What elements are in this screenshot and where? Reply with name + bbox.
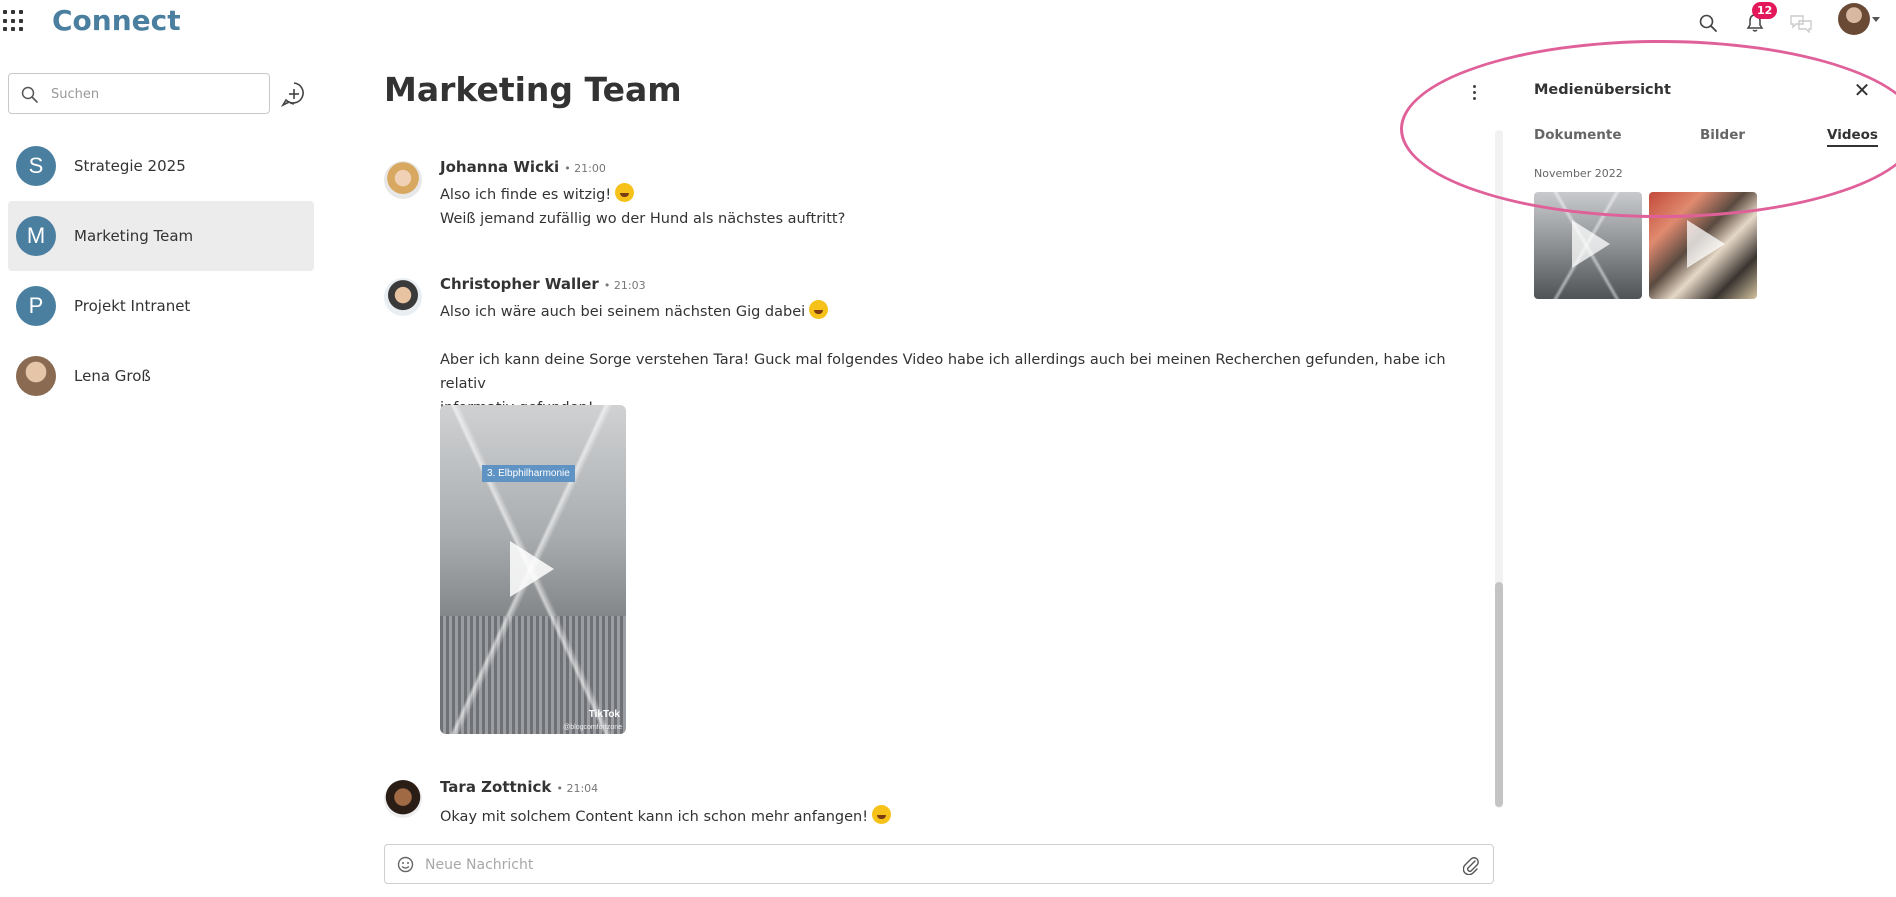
message-text: Also ich finde es witzig! Weiß jemand zu… <box>440 183 845 231</box>
app-title[interactable]: Connect <box>52 4 181 37</box>
paperclip-icon[interactable] <box>1463 855 1479 875</box>
search-input[interactable] <box>49 83 249 105</box>
tiktok-handle: @blogcomfortzone <box>563 724 622 731</box>
search-icon <box>21 86 38 103</box>
video-thumbnail[interactable] <box>1534 192 1642 299</box>
tab-dokumente[interactable]: Dokumente <box>1534 127 1622 143</box>
chat-item-projekt-intranet[interactable]: P Projekt Intranet <box>8 271 314 341</box>
chevron-down-icon[interactable] <box>1872 17 1880 22</box>
message-line: Also ich finde es witzig! <box>440 187 612 203</box>
chat-item-lena-gross[interactable]: Lena Groß <box>8 341 314 411</box>
message-composer[interactable] <box>384 844 1494 884</box>
play-icon <box>1687 220 1725 268</box>
user-avatar[interactable] <box>1838 3 1870 35</box>
message-header: Johanna Wicki • 21:00 <box>440 157 606 176</box>
tab-bilder[interactable]: Bilder <box>1700 127 1745 143</box>
message-text: Okay mit solchem Content kann ich schon … <box>440 805 892 825</box>
play-icon <box>1572 220 1610 268</box>
chat-label: Marketing Team <box>74 227 194 245</box>
chat-label: Projekt Intranet <box>74 297 191 315</box>
chat-label: Lena Groß <box>74 367 151 385</box>
message-line: Okay mit solchem Content kann ich schon … <box>440 809 869 825</box>
apps-grid-icon[interactable] <box>3 10 25 32</box>
tab-videos[interactable]: Videos <box>1827 127 1878 147</box>
message-line: Weiß jemand zufällig wo der Hund als näc… <box>440 211 846 227</box>
highlight-annotation <box>1400 40 1896 218</box>
tiktok-logo: TikTok <box>588 709 620 720</box>
chat-item-marketing-team[interactable]: M Marketing Team <box>8 201 314 271</box>
message-time: • 21:04 <box>556 782 599 795</box>
message-time: • 21:03 <box>603 279 646 292</box>
chat-bubbles-icon[interactable] <box>1786 8 1816 38</box>
message-text: Also ich wäre auch bei seinem nächsten G… <box>440 300 1480 420</box>
chat-avatar: S <box>16 146 56 186</box>
page-title: Marketing Team <box>384 70 682 109</box>
close-icon[interactable]: ✕ <box>1852 80 1872 100</box>
message-time: • 21:00 <box>564 162 606 175</box>
video-overlay-label: 3. Elbphilharmonie <box>482 465 575 482</box>
video-attachment[interactable]: 3. Elbphilharmonie TikTok @blogcomfortzo… <box>440 405 626 734</box>
smiling-emoji-icon <box>872 805 892 824</box>
notification-badge: 12 <box>1752 2 1778 19</box>
message-header: Tara Zottnick • 21:04 <box>440 777 598 796</box>
video-thumbnail[interactable] <box>1649 192 1757 299</box>
scrollbar-thumb[interactable] <box>1495 582 1503 807</box>
media-date-group: November 2022 <box>1534 167 1623 180</box>
chat-avatar: M <box>16 216 56 256</box>
avatar[interactable] <box>384 780 422 818</box>
chat-avatar-photo <box>16 356 56 396</box>
chat-item-strategie-2025[interactable]: S Strategie 2025 <box>8 131 314 201</box>
message-author[interactable]: Christopher Waller <box>440 275 599 293</box>
chat-label: Strategie 2025 <box>74 157 186 175</box>
avatar[interactable] <box>384 161 422 199</box>
media-panel-title: Medienübersicht <box>1534 82 1671 98</box>
search-icon[interactable] <box>1693 8 1723 38</box>
message-author[interactable]: Johanna Wicki <box>440 158 559 176</box>
search-field[interactable] <box>8 73 270 114</box>
avatar[interactable] <box>384 278 422 316</box>
message-line: Aber ich kann deine Sorge verstehen Tara… <box>440 352 1446 392</box>
chat-avatar: P <box>16 286 56 326</box>
play-icon[interactable] <box>510 541 554 597</box>
message-line: Also ich wäre auch bei seinem nächsten G… <box>440 304 806 320</box>
message-header: Christopher Waller • 21:03 <box>440 274 646 293</box>
message-input[interactable] <box>423 854 1423 876</box>
new-chat-icon[interactable] <box>280 80 308 108</box>
emoji-icon[interactable] <box>397 856 414 873</box>
more-options-icon[interactable] <box>1462 80 1486 104</box>
message-author[interactable]: Tara Zottnick <box>440 778 551 796</box>
grinning-emoji-icon <box>615 183 635 202</box>
grinning-emoji-icon <box>809 300 829 319</box>
